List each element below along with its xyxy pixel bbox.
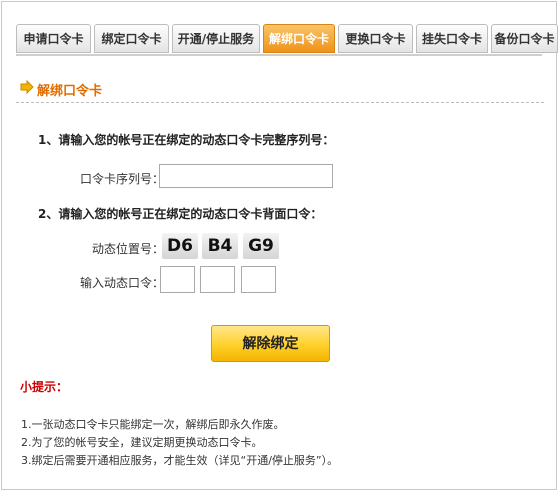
tip-item: 2.为了您的帐号安全，建议定期更换动态口令卡。 bbox=[21, 436, 263, 449]
tab-apply-card[interactable]: 申请口令卡 bbox=[16, 24, 91, 53]
serial-label: 口令卡序列号： bbox=[80, 172, 165, 186]
tab-backup-card[interactable]: 备份口令卡 bbox=[491, 24, 558, 53]
tips-title: 小提示： bbox=[20, 380, 69, 394]
tab-report-lost-card[interactable]: 挂失口令卡 bbox=[416, 24, 488, 53]
step1-instruction: 1、请输入您的帐号正在绑定的动态口令卡完整序列号： bbox=[38, 133, 335, 147]
dynamic-code-input-2[interactable] bbox=[200, 266, 235, 293]
serial-number-input[interactable] bbox=[159, 164, 333, 188]
tab-replace-card[interactable]: 更换口令卡 bbox=[338, 24, 413, 53]
step2-instruction: 2、请输入您的帐号正在绑定的动态口令卡背面口令： bbox=[38, 207, 323, 221]
position-code-3: G9 bbox=[243, 233, 279, 259]
section-title: 解绑口令卡 bbox=[37, 84, 103, 99]
position-label: 动态位置号： bbox=[92, 242, 165, 256]
unbind-button[interactable]: 解除绑定 bbox=[211, 325, 330, 362]
dynamic-code-label: 输入动态口令： bbox=[80, 276, 165, 290]
dynamic-code-input-3[interactable] bbox=[241, 266, 276, 293]
dynamic-code-input-1[interactable] bbox=[160, 266, 195, 293]
position-code-1: D6 bbox=[162, 233, 198, 259]
tab-bind-card[interactable]: 绑定口令卡 bbox=[94, 24, 169, 53]
tab-divider bbox=[16, 54, 542, 56]
tip-item: 3.绑定后需要开通相应服务，才能生效（详见“开通/停止服务”）。 bbox=[21, 454, 339, 467]
tab-enable-disable-service[interactable]: 开通/停止服务 bbox=[172, 24, 260, 53]
section-divider bbox=[16, 102, 544, 103]
tip-item: 1.一张动态口令卡只能绑定一次，解绑后即永久作废。 bbox=[21, 418, 285, 431]
arrow-right-icon bbox=[20, 80, 34, 94]
tab-unbind-card[interactable]: 解绑口令卡 bbox=[263, 24, 335, 53]
position-code-2: B4 bbox=[202, 233, 238, 259]
